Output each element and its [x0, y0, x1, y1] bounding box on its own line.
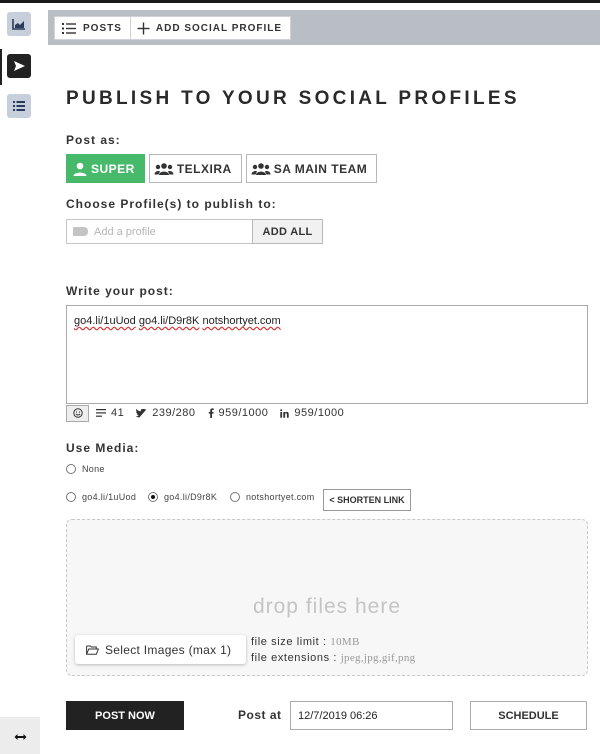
schedule-button[interactable]: SCHEDULE — [470, 701, 587, 730]
sidebar — [0, 3, 40, 754]
file-extensions-value: jpeg,jpg,gif,png — [340, 652, 416, 664]
list-icon[interactable] — [7, 94, 31, 118]
media-option-none[interactable]: None — [66, 464, 105, 474]
profile-search-placeholder: Add a profile — [94, 225, 156, 238]
team-icon — [154, 162, 174, 175]
media-option-2[interactable]: go4.li/D9r8K — [148, 492, 217, 502]
team-icon — [251, 162, 271, 175]
tab-posts[interactable]: POSTS — [55, 17, 130, 39]
facebook-icon — [208, 408, 214, 418]
profile-search-input[interactable]: Add a profile — [66, 219, 253, 244]
smiley-icon — [72, 408, 83, 418]
file-size-label: file size limit : — [251, 636, 327, 648]
radio-media-3[interactable] — [230, 492, 240, 502]
select-images-label: Select Images (max 1) — [105, 642, 232, 657]
top-toolbar: POSTS ADD SOCIAL PROFILE — [48, 10, 600, 45]
radio-media-2[interactable] — [148, 492, 158, 502]
facebook-count-value: 959/1000 — [218, 407, 269, 419]
linkedin-count: 959/1000 — [280, 407, 344, 419]
post-at-label: Post at — [238, 708, 282, 722]
tab-posts-label: POSTS — [83, 22, 122, 34]
post-as-sa-main-team-label: SA MAIN TEAM — [273, 161, 368, 176]
window-top-border — [0, 0, 600, 3]
post-as-telxira-button[interactable]: TELXIRA — [148, 154, 242, 183]
media-option-none-label: None — [82, 464, 105, 474]
radio-none[interactable] — [66, 464, 76, 474]
radio-media-1[interactable] — [66, 492, 76, 502]
linkedin-icon — [280, 408, 290, 418]
twitter-count: 239/280 — [136, 407, 195, 419]
media-option-3[interactable]: notshortyet.com — [230, 492, 315, 502]
folder-open-icon — [86, 645, 99, 655]
media-option-1[interactable]: go4.li/1uUod — [66, 492, 136, 502]
schedule-date-input[interactable]: 12/7/2019 06:26 — [290, 701, 453, 730]
post-link-1: go4.li/1uUod — [74, 315, 136, 327]
toolbar-tabs: POSTS ADD SOCIAL PROFILE — [54, 16, 292, 40]
character-count-value: 41 — [111, 407, 125, 419]
tab-add-social-profile[interactable]: ADD SOCIAL PROFILE — [129, 17, 290, 39]
tag-icon — [73, 227, 88, 236]
write-post-label: Write your post: — [66, 284, 174, 298]
file-size-value: 10MB — [330, 636, 360, 648]
post-textarea[interactable]: go4.li/1uUod go4.li/D9r8K notshortyet.co… — [66, 305, 588, 404]
post-now-button[interactable]: POST NOW — [66, 701, 184, 730]
post-as-label: Post as: — [66, 133, 121, 147]
character-count: 41 — [96, 407, 124, 419]
media-option-1-label: go4.li/1uUod — [82, 492, 137, 502]
list-icon — [62, 22, 76, 34]
plus-icon — [137, 22, 150, 34]
file-extensions: file extensions : jpeg,jpg,gif,png — [251, 652, 415, 664]
media-option-2-label: go4.li/D9r8K — [164, 492, 218, 502]
text-lines-icon — [96, 409, 106, 417]
emoji-button[interactable] — [66, 404, 89, 422]
post-as-options: SUPER TELXIRA SA MAIN TEAM — [66, 154, 381, 183]
sidebar-active-indicator — [0, 49, 2, 85]
twitter-icon — [136, 408, 147, 417]
use-media-label: Use Media: — [66, 441, 140, 455]
post-as-telxira-label: TELXIRA — [176, 161, 232, 176]
tab-add-social-profile-label: ADD SOCIAL PROFILE — [155, 22, 283, 34]
post-as-sa-main-team-button[interactable]: SA MAIN TEAM — [245, 154, 378, 183]
twitter-count-value: 239/280 — [152, 407, 196, 419]
shorten-link-button[interactable]: < SHORTEN LINK — [323, 489, 411, 511]
dropzone-text: drop files here — [252, 595, 402, 618]
media-option-3-label: notshortyet.com — [246, 492, 315, 502]
page-title: PUBLISH TO YOUR SOCIAL PROFILES — [66, 88, 520, 109]
send-icon[interactable] — [7, 54, 31, 78]
post-as-super-button[interactable]: SUPER — [66, 154, 145, 183]
linkedin-count-value: 959/1000 — [294, 407, 345, 419]
expand-horizontal-icon[interactable] — [0, 717, 40, 754]
choose-profiles-label: Choose Profile(s) to publish to: — [66, 197, 277, 211]
post-as-super-label: SUPER — [91, 161, 135, 176]
file-size-limit: file size limit : 10MB — [251, 636, 360, 648]
post-link-2: go4.li/D9r8K — [138, 315, 200, 327]
chart-icon[interactable] — [7, 12, 31, 36]
facebook-count: 959/1000 — [208, 407, 269, 419]
add-all-button[interactable]: ADD ALL — [252, 219, 323, 244]
file-extensions-label: file extensions : — [251, 652, 338, 664]
select-images-button[interactable]: Select Images (max 1) — [75, 635, 246, 664]
post-link-3: notshortyet.com — [202, 315, 281, 327]
user-icon — [73, 162, 87, 176]
file-dropzone[interactable]: drop files here Select Images (max 1) fi… — [66, 519, 588, 676]
post-counters: 41 239/280 959/1000 959/1000 — [66, 404, 356, 422]
